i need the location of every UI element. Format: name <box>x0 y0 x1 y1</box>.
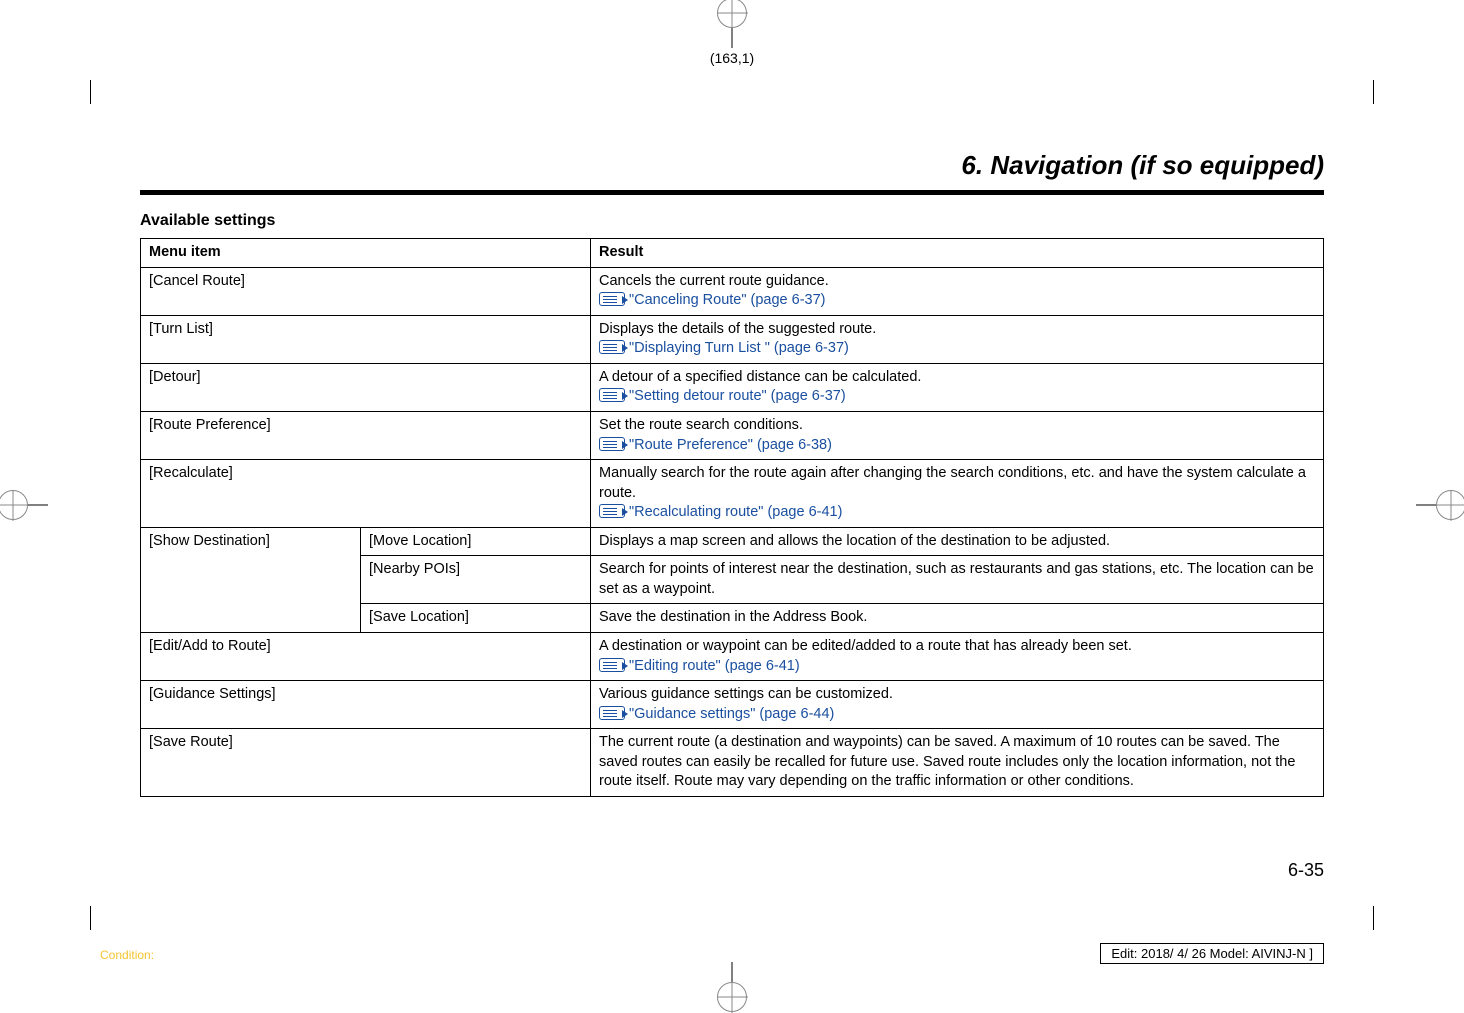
cross-reference: "Canceling Route" (page 6-37) <box>599 292 826 308</box>
sheet-reference: (163,1) <box>710 50 754 66</box>
table-row: [Edit/Add to Route] A destination or way… <box>141 633 1324 681</box>
result-text: Set the route search conditions. <box>599 417 803 433</box>
cross-reference: "Recalculating route" (page 6-41) <box>599 504 842 520</box>
submenu-cell: [Nearby POIs] <box>361 556 591 604</box>
menu-cell: [Route Preference] <box>141 411 591 459</box>
result-cell: Manually search for the route again afte… <box>591 460 1324 528</box>
table-row: [Turn List] Displays the details of the … <box>141 315 1324 363</box>
result-cell: Set the route search conditions. "Route … <box>591 411 1324 459</box>
menu-cell: [Show Destination] <box>141 527 361 632</box>
result-cell: Displays a map screen and allows the loc… <box>591 527 1324 556</box>
cross-reference: "Guidance settings" (page 6-44) <box>599 706 834 722</box>
xref-icon <box>599 437 625 451</box>
table-row: [Route Preference] Set the route search … <box>141 411 1324 459</box>
settings-table: Menu item Result [Cancel Route] Cancels … <box>140 238 1324 797</box>
cross-reference: "Displaying Turn List " (page 6-37) <box>599 340 849 356</box>
cross-reference: "Setting detour route" (page 6-37) <box>599 388 846 404</box>
menu-cell: [Guidance Settings] <box>141 681 591 729</box>
title-rule <box>140 190 1324 195</box>
menu-cell: [Detour] <box>141 363 591 411</box>
header-menu-item: Menu item <box>141 239 591 268</box>
result-cell: Cancels the current route guidance. "Can… <box>591 267 1324 315</box>
condition-label: Condition: <box>100 948 154 962</box>
menu-cell: [Cancel Route] <box>141 267 591 315</box>
result-cell: Save the destination in the Address Book… <box>591 604 1324 633</box>
xref-icon <box>599 292 625 306</box>
result-cell: Various guidance settings can be customi… <box>591 681 1324 729</box>
corner-tick <box>90 906 91 930</box>
submenu-cell: [Move Location] <box>361 527 591 556</box>
corner-tick <box>90 80 91 104</box>
menu-cell: [Save Route] <box>141 729 591 797</box>
result-cell: A destination or waypoint can be edited/… <box>591 633 1324 681</box>
xref-icon <box>599 340 625 354</box>
table-row: [Detour] A detour of a specified distanc… <box>141 363 1324 411</box>
result-cell: Search for points of interest near the d… <box>591 556 1324 604</box>
menu-cell: [Recalculate] <box>141 460 591 528</box>
result-text: Displays the details of the suggested ro… <box>599 321 876 337</box>
xref-icon <box>599 706 625 720</box>
result-text: Various guidance settings can be customi… <box>599 686 893 702</box>
page-number: 6-35 <box>1288 860 1324 881</box>
edit-stamp: Edit: 2018/ 4/ 26 Model: AIVINJ-N ] <box>1100 943 1324 964</box>
submenu-cell: [Save Location] <box>361 604 591 633</box>
result-cell: The current route (a destination and way… <box>591 729 1324 797</box>
table-header-row: Menu item Result <box>141 239 1324 268</box>
result-text: Cancels the current route guidance. <box>599 273 829 289</box>
xref-icon <box>599 504 625 518</box>
result-text: Manually search for the route again afte… <box>599 465 1306 501</box>
result-text: A detour of a specified distance can be … <box>599 369 921 385</box>
xref-icon <box>599 658 625 672</box>
menu-cell: [Turn List] <box>141 315 591 363</box>
cross-reference: "Editing route" (page 6-41) <box>599 658 800 674</box>
menu-cell: [Edit/Add to Route] <box>141 633 591 681</box>
cross-reference: "Route Preference" (page 6-38) <box>599 437 832 453</box>
table-row: [Cancel Route] Cancels the current route… <box>141 267 1324 315</box>
result-cell: Displays the details of the suggested ro… <box>591 315 1324 363</box>
table-row: [Recalculate] Manually search for the ro… <box>141 460 1324 528</box>
result-cell: A detour of a specified distance can be … <box>591 363 1324 411</box>
table-row: [Save Route] The current route (a destin… <box>141 729 1324 797</box>
corner-tick <box>1373 80 1374 104</box>
section-title: 6. Navigation (if so equipped) <box>961 150 1324 181</box>
available-settings-heading: Available settings <box>140 212 275 230</box>
corner-tick <box>1373 906 1374 930</box>
table-row: [Guidance Settings] Various guidance set… <box>141 681 1324 729</box>
header-result: Result <box>591 239 1324 268</box>
table-row: [Show Destination] [Move Location] Displ… <box>141 527 1324 556</box>
xref-icon <box>599 388 625 402</box>
result-text: A destination or waypoint can be edited/… <box>599 638 1132 654</box>
